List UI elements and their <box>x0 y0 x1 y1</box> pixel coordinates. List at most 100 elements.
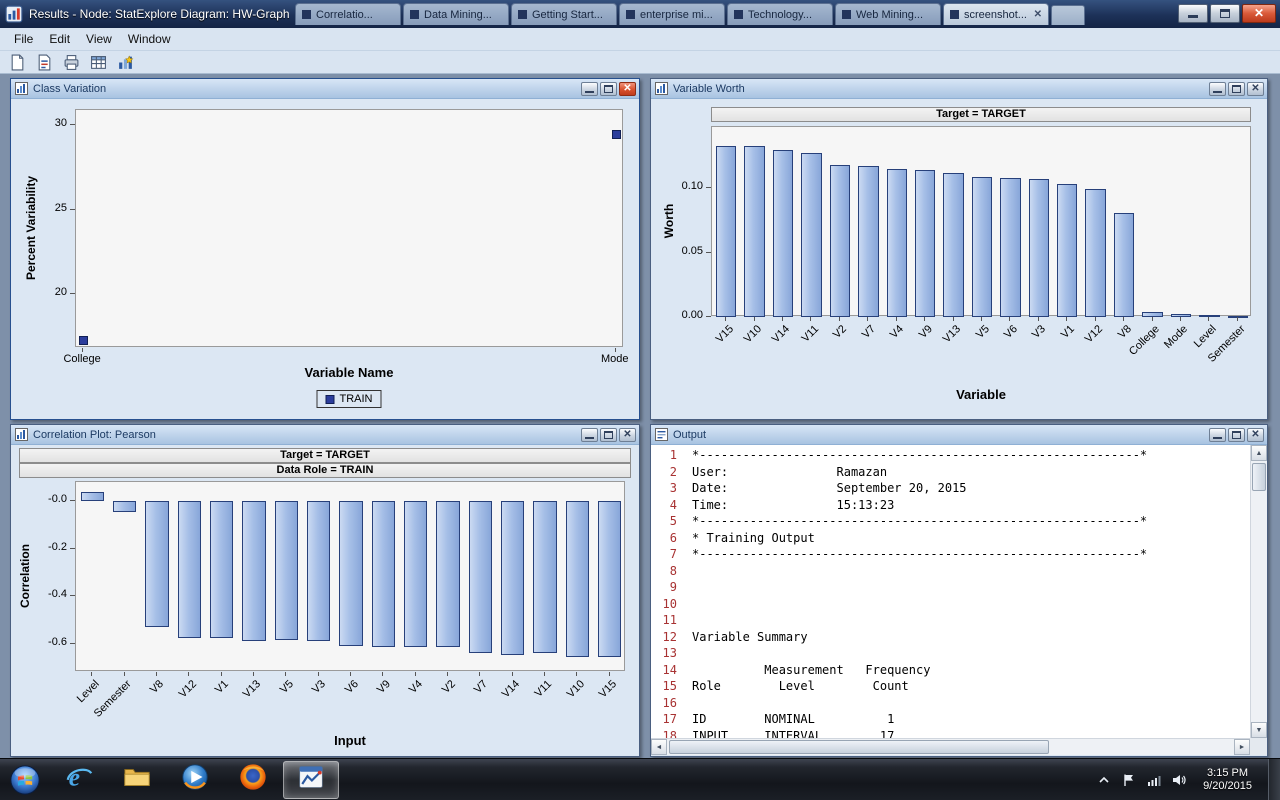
panel-close-button[interactable]: ✕ <box>1247 428 1264 442</box>
panel-close-button[interactable]: ✕ <box>1247 82 1264 96</box>
data-point <box>612 130 621 139</box>
tab-favicon <box>518 10 527 19</box>
print-icon[interactable] <box>60 52 82 72</box>
volume-icon[interactable] <box>1171 772 1187 788</box>
minimize-button[interactable] <box>1178 4 1208 23</box>
line-number: 5 <box>651 513 677 530</box>
panel-minimize-button[interactable] <box>581 82 598 96</box>
report-icon[interactable] <box>33 52 55 72</box>
start-button[interactable] <box>0 759 50 800</box>
taskbar-app-ie[interactable]: e <box>51 761 107 799</box>
correlation-chart: Target = TARGET Data Role = TRAIN Correl… <box>11 445 639 755</box>
panel-maximize-button[interactable] <box>1228 82 1245 96</box>
panel-maximize-button[interactable] <box>1228 428 1245 442</box>
x-axis-label: Variable Name <box>305 365 394 380</box>
line-number: 17 <box>651 711 677 728</box>
taskbar-app-firefox[interactable] <box>225 761 281 799</box>
y-tick-label: -0.0 <box>31 493 67 505</box>
y-axis-label: Worth <box>662 204 676 238</box>
tab-close-icon[interactable]: ✕ <box>1034 9 1042 20</box>
panel-minimize-button[interactable] <box>1209 82 1226 96</box>
output-line: 5*--------------------------------------… <box>651 513 1250 530</box>
panel-title: Variable Worth <box>673 83 1209 95</box>
panel-minimize-button[interactable] <box>581 428 598 442</box>
menu-item-window[interactable]: Window <box>120 29 179 49</box>
y-tick-mark <box>706 187 711 188</box>
taskbar-apps: e <box>50 761 340 799</box>
tab-label: enterprise mi... <box>640 9 718 21</box>
menu-item-file[interactable]: File <box>6 29 41 49</box>
horizontal-scrollbar[interactable]: ◄ ► <box>651 738 1250 755</box>
chart-header-band: Data Role = TRAIN <box>19 463 631 478</box>
maximize-button[interactable] <box>1210 4 1240 23</box>
close-button[interactable]: ✕ <box>1242 4 1276 23</box>
x-tick-label: V9 <box>375 678 393 696</box>
panel-titlebar[interactable]: Correlation Plot: Pearson ✕ <box>11 425 639 445</box>
x-tick-label: V10 <box>565 678 587 700</box>
bar-chart-icon <box>15 428 28 441</box>
show-desktop-button[interactable] <box>1268 759 1280 800</box>
title-tab[interactable]: screenshot...✕ <box>943 3 1049 25</box>
app-title: Results - Node: StatExplore Diagram: HW-… <box>29 7 290 21</box>
table-icon[interactable] <box>87 52 109 72</box>
menu-item-edit[interactable]: Edit <box>41 29 78 49</box>
panel-maximize-button[interactable] <box>600 428 617 442</box>
title-tab[interactable]: Web Mining... <box>835 3 941 25</box>
title-tab[interactable]: Data Mining... <box>403 3 509 25</box>
y-tick-mark <box>706 316 711 317</box>
title-tab[interactable]: Getting Start... <box>511 3 617 25</box>
y-tick-label: 0.10 <box>667 180 703 192</box>
x-tick-label: V10 <box>742 323 764 345</box>
taskbar-app-explorer[interactable] <box>109 761 165 799</box>
flag-icon[interactable] <box>1121 772 1137 788</box>
taskbar-app-wmp[interactable] <box>167 761 223 799</box>
bar <box>887 169 907 317</box>
graph-wizard-icon[interactable] <box>114 52 136 72</box>
menu-item-view[interactable]: View <box>78 29 120 49</box>
panel-titlebar[interactable]: Output ✕ <box>651 425 1267 445</box>
x-tick-label: V3 <box>310 678 328 696</box>
panel-close-button[interactable]: ✕ <box>619 428 636 442</box>
title-tab[interactable]: Technology... <box>727 3 833 25</box>
bar <box>210 501 233 638</box>
tab-label: Getting Start... <box>532 9 610 21</box>
x-tick-mark <box>1038 317 1039 321</box>
panel-titlebar[interactable]: Variable Worth ✕ <box>651 79 1267 99</box>
output-line: 10 <box>651 596 1250 613</box>
title-tab[interactable]: enterprise mi... <box>619 3 725 25</box>
screen: Results - Node: StatExplore Diagram: HW-… <box>0 0 1280 800</box>
correlation-plot-window: Correlation Plot: Pearson ✕ Target = TAR… <box>10 424 640 757</box>
line-text: Role Level Count <box>692 678 909 695</box>
scroll-up-arrow[interactable]: ▲ <box>1251 445 1267 461</box>
network-icon[interactable] <box>1146 772 1162 788</box>
line-text: INPUT INTERVAL 17 <box>692 728 894 739</box>
bar <box>533 501 556 653</box>
panel-close-button[interactable]: ✕ <box>619 82 636 96</box>
app-titlebar[interactable]: Results - Node: StatExplore Diagram: HW-… <box>0 0 1280 28</box>
tab-label: Web Mining... <box>856 9 934 21</box>
x-tick-label: V4 <box>888 323 906 341</box>
new-tab-stub[interactable] <box>1051 5 1085 25</box>
line-number: 1 <box>651 447 677 464</box>
title-tab[interactable]: Correlatio... <box>295 3 401 25</box>
scroll-right-arrow[interactable]: ► <box>1234 739 1250 755</box>
y-tick-label: -0.6 <box>31 636 67 648</box>
horizontal-scroll-thumb[interactable] <box>669 740 1049 754</box>
new-document-icon[interactable] <box>6 52 28 72</box>
line-number: 8 <box>651 563 677 580</box>
vertical-scrollbar[interactable]: ▲ ▼ <box>1250 445 1267 738</box>
y-tick-mark <box>70 643 75 644</box>
panel-minimize-button[interactable] <box>1209 428 1226 442</box>
scroll-left-arrow[interactable]: ◄ <box>651 739 667 755</box>
taskbar-clock[interactable]: 3:15 PM 9/20/2015 <box>1196 767 1259 793</box>
x-tick-mark <box>221 672 222 676</box>
x-tick-label: V9 <box>917 323 935 341</box>
scroll-down-arrow[interactable]: ▼ <box>1251 722 1267 738</box>
taskbar-app-sas-em[interactable] <box>283 761 339 799</box>
chevron-up-icon[interactable] <box>1096 772 1112 788</box>
panel-titlebar[interactable]: Class Variation ✕ <box>11 79 639 99</box>
output-window: Output ✕ 1*-----------------------------… <box>650 424 1268 757</box>
vertical-scroll-thumb[interactable] <box>1252 463 1266 491</box>
panel-maximize-button[interactable] <box>600 82 617 96</box>
x-tick-mark <box>810 317 811 321</box>
